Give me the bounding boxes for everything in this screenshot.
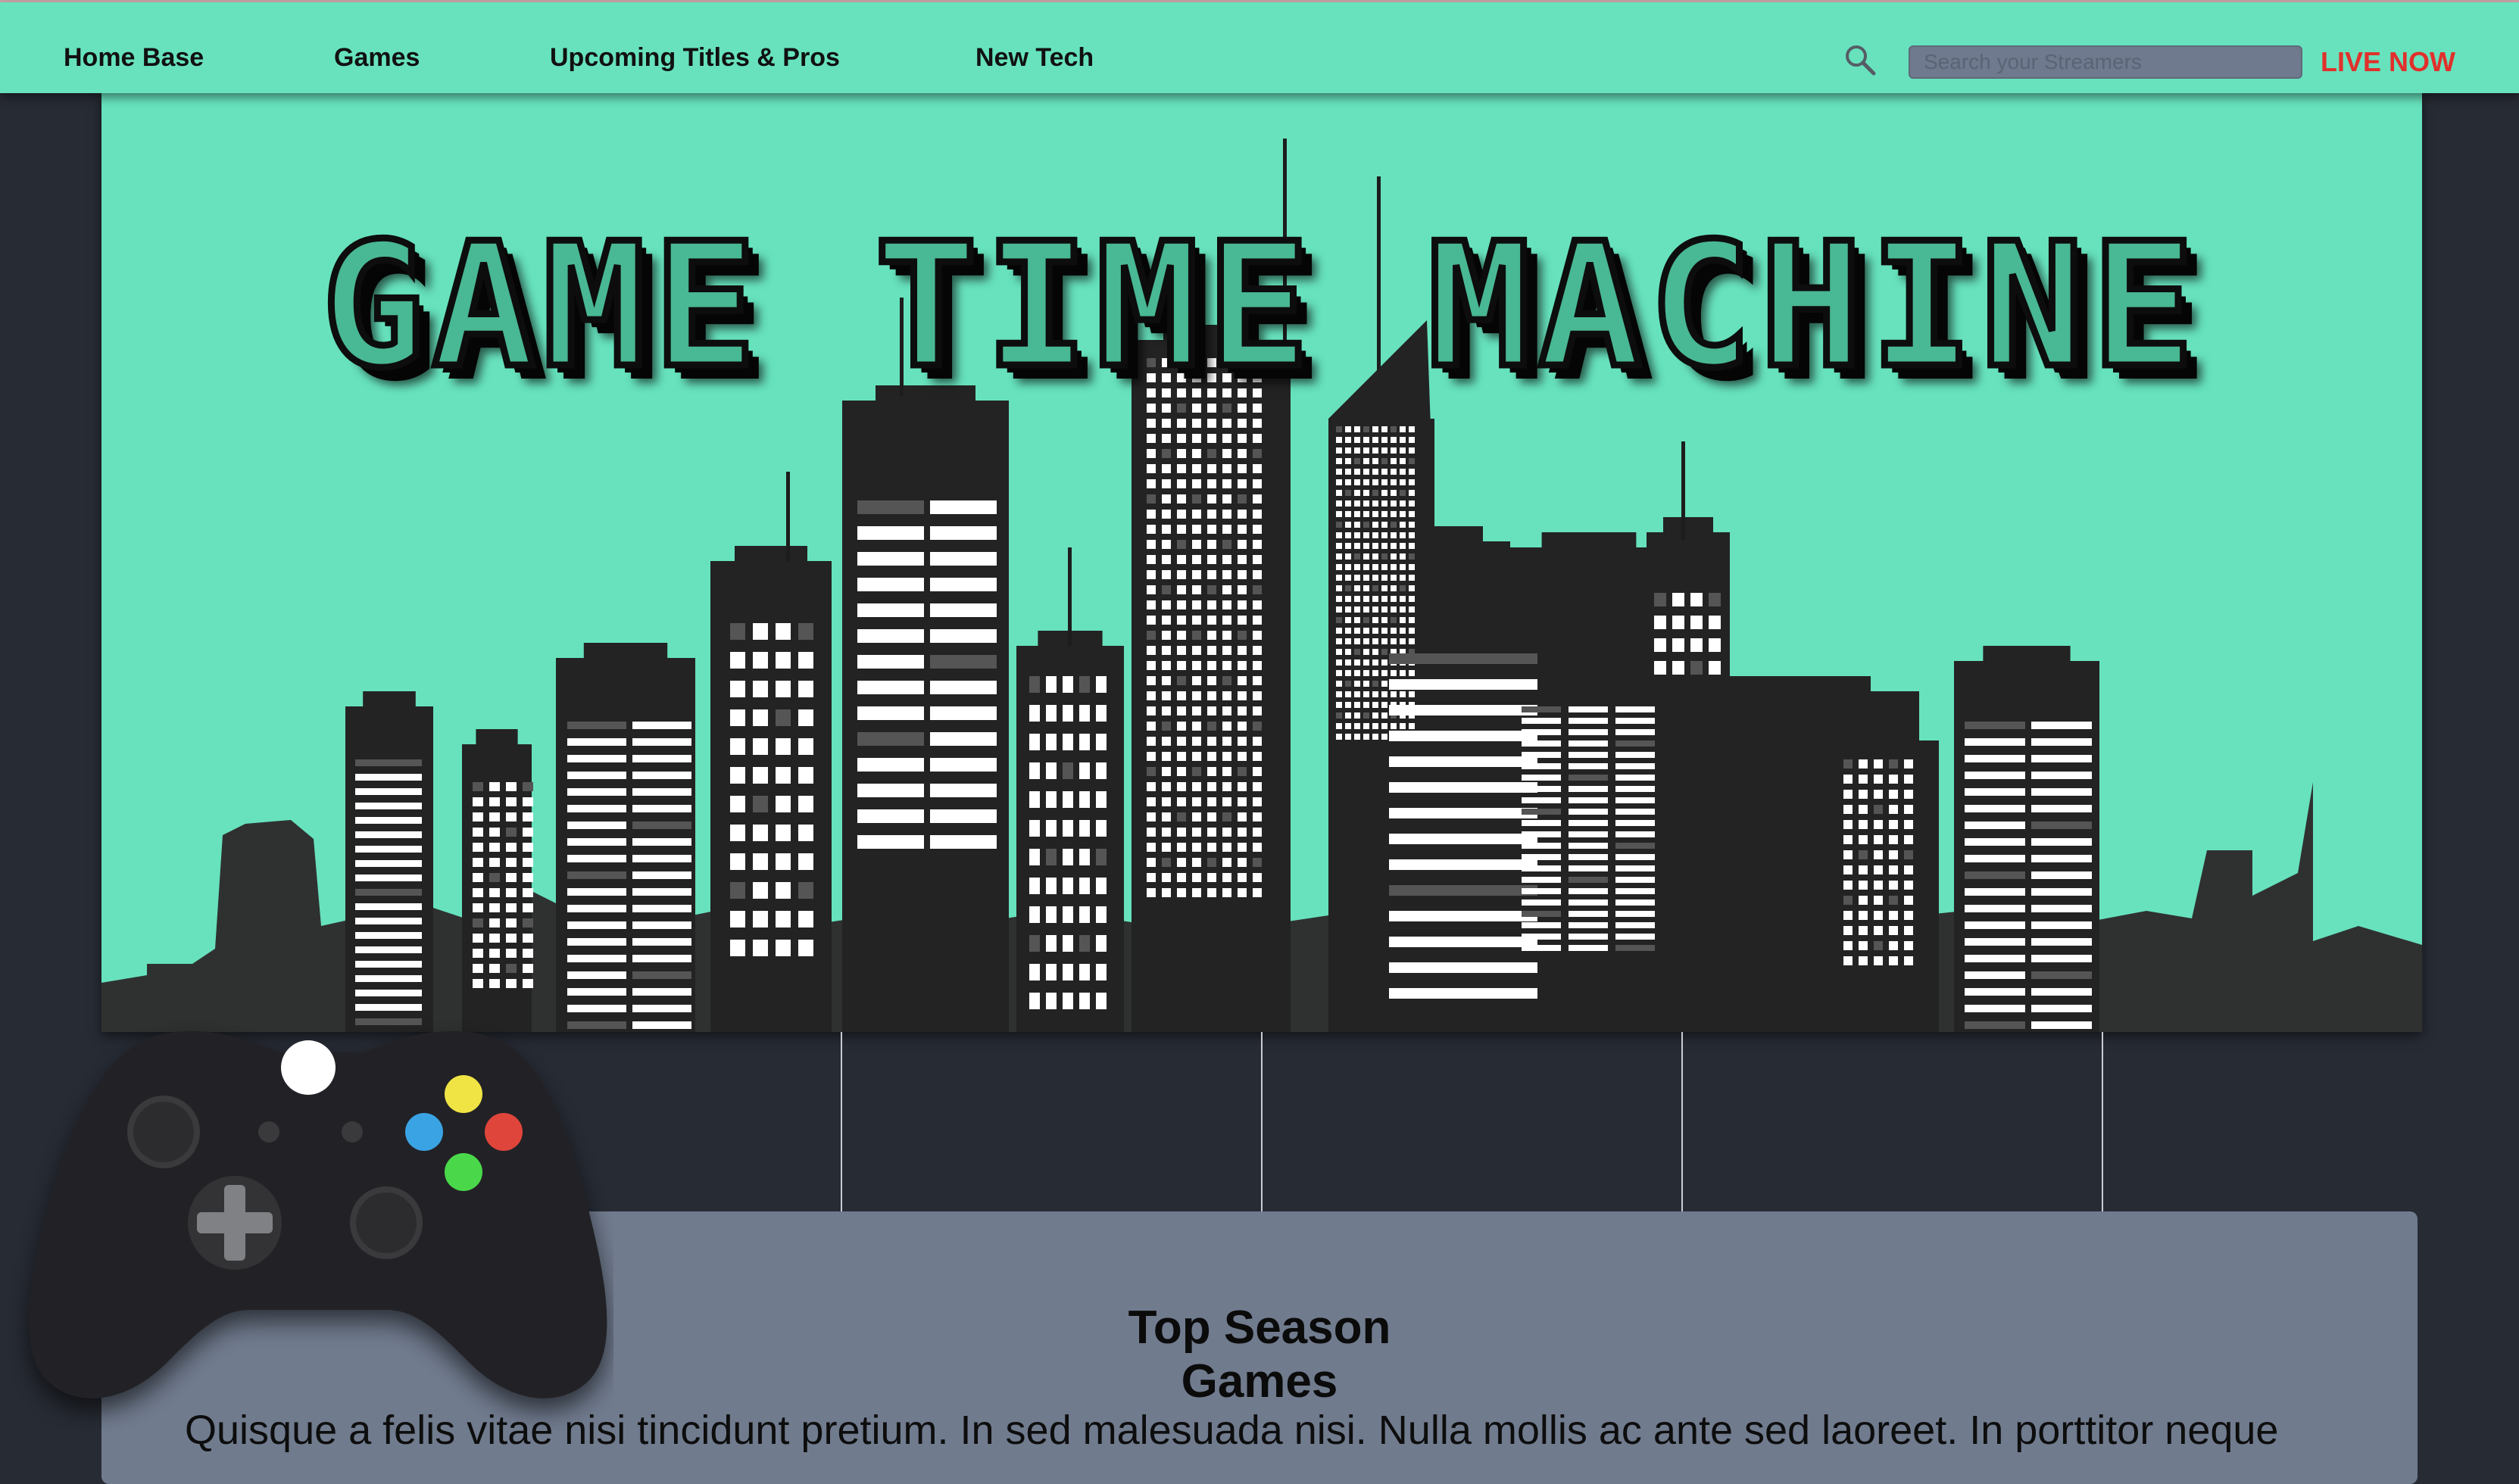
divider-line [2102,1032,2103,1211]
divider-line [841,1032,842,1211]
live-now-link[interactable]: LIVE NOW [2321,46,2455,78]
banner-title: GAME TIME MACHINE [318,204,2202,410]
search-streamers-input[interactable] [1909,45,2302,79]
divider-line [1681,1032,1683,1211]
game-controller-icon [29,1030,607,1398]
top-navbar: Home Base Games Upcoming Titles & Pros N… [0,2,2519,93]
nav-new-tech[interactable]: New Tech [975,43,1094,73]
divider-line [1261,1032,1263,1211]
search-icon[interactable] [1842,42,1878,78]
nav-games[interactable]: Games [334,43,420,73]
hero-banner: GAME TIME MACHINE [101,93,2422,1032]
section-title: Top Season Games [1128,1302,1391,1408]
nav-home-base[interactable]: Home Base [64,43,204,73]
nav-upcoming-titles-pros[interactable]: Upcoming Titles & Pros [550,43,840,73]
